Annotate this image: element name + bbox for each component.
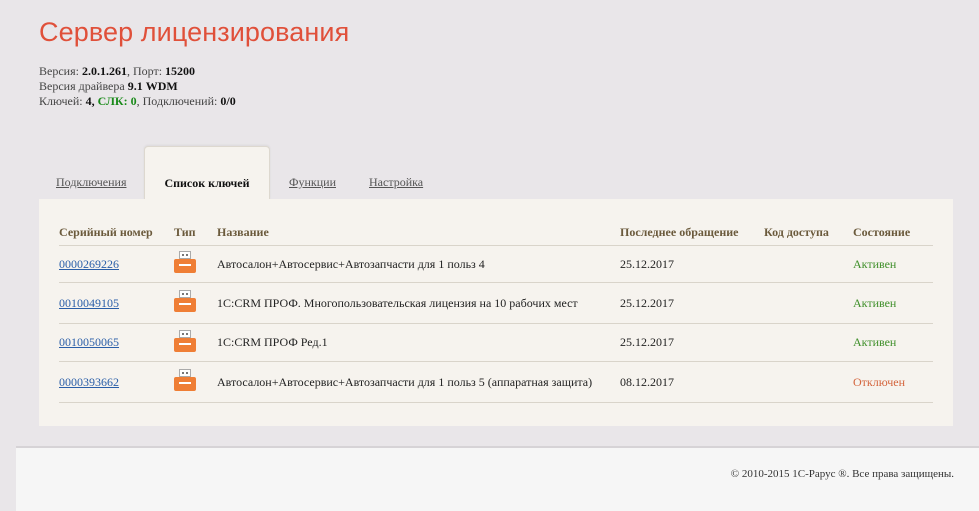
col-access-code[interactable]: Код доступа xyxy=(764,223,853,246)
table-row: 0000393662 Автосалон+Автосервис+Автозапч… xyxy=(59,361,933,403)
tab-settings[interactable]: Настройка xyxy=(369,175,423,190)
serial-link[interactable]: 0000269226 xyxy=(59,257,119,271)
keys-table: Серийный номер Тип Название Последнее об… xyxy=(59,223,933,403)
driver-value: 9.1 WDM xyxy=(127,79,178,93)
key-name: Автосалон+Автосервис+Автозапчасти для 1 … xyxy=(217,245,620,283)
col-status[interactable]: Состояние xyxy=(853,223,933,246)
serial-link[interactable]: 0000393662 xyxy=(59,375,119,389)
tab-bar: Подключения Список ключей Функции Настро… xyxy=(39,146,939,200)
access-code xyxy=(764,323,853,362)
copyright: © 2010-2015 1С-Рарус ®. Все права защище… xyxy=(730,468,954,480)
status-badge: Отключен xyxy=(853,361,933,403)
col-type[interactable]: Тип xyxy=(174,223,217,246)
key-name: 1С:CRM ПРОФ. Многопользовательская лицен… xyxy=(217,282,620,324)
tab-functions[interactable]: Функции xyxy=(289,175,336,190)
usb-key-icon xyxy=(174,290,196,312)
server-info: Версия: 2.0.1.261, Порт: 15200 Версия др… xyxy=(39,64,236,109)
table-row: 0010050065 1С:CRM ПРОФ Ред.1 25.12.2017 … xyxy=(59,323,933,362)
connections-value: 0/0 xyxy=(220,94,236,108)
port-value: 15200 xyxy=(165,64,196,78)
table-row: 0000269226 Автосалон+Автосервис+Автозапч… xyxy=(59,245,933,283)
last-access: 08.12.2017 xyxy=(620,361,764,403)
usb-key-icon xyxy=(174,369,196,391)
status-badge: Активен xyxy=(853,245,933,283)
driver-line: Версия драйвера 9.1 WDM xyxy=(39,79,178,93)
col-name[interactable]: Название xyxy=(217,223,620,246)
last-access: 25.12.2017 xyxy=(620,245,764,283)
status-badge: Активен xyxy=(853,323,933,362)
slk-label: СЛК: xyxy=(97,94,128,108)
last-access: 25.12.2017 xyxy=(620,282,764,324)
table-row: 0010049105 1С:CRM ПРОФ. Многопользовател… xyxy=(59,282,933,324)
tab-key-list[interactable]: Список ключей xyxy=(144,146,270,200)
tab-connections[interactable]: Подключения xyxy=(56,175,126,190)
serial-link[interactable]: 0010049105 xyxy=(59,296,119,310)
footer: © 2010-2015 1С-Рарус ®. Все права защище… xyxy=(16,446,979,511)
slk-value: 0 xyxy=(130,94,137,108)
serial-link[interactable]: 0010050065 xyxy=(59,335,119,349)
usb-key-icon xyxy=(174,329,196,352)
page: Сервер лицензирования Версия: 2.0.1.261,… xyxy=(0,0,979,511)
key-name: Автосалон+Автосервис+Автозапчасти для 1 … xyxy=(217,361,620,403)
key-name: 1С:CRM ПРОФ Ред.1 xyxy=(217,323,620,362)
access-code xyxy=(764,282,853,324)
table-header-row: Серийный номер Тип Название Последнее об… xyxy=(59,223,933,246)
usb-key-icon xyxy=(174,251,196,273)
col-serial[interactable]: Серийный номер xyxy=(59,223,174,246)
status-badge: Активен xyxy=(853,282,933,324)
access-code xyxy=(764,245,853,283)
page-title: Сервер лицензирования xyxy=(39,17,350,47)
last-access: 25.12.2017 xyxy=(620,323,764,362)
key-list-panel: Серийный номер Тип Название Последнее об… xyxy=(39,199,953,426)
col-last-access[interactable]: Последнее обращение xyxy=(620,223,764,246)
keys-line: Ключей: 4, СЛК: 0, Подключений: 0/0 xyxy=(39,94,236,108)
access-code xyxy=(764,361,853,403)
version-line: Версия: 2.0.1.261, Порт: 15200 xyxy=(39,64,196,78)
version-value: 2.0.1.261 xyxy=(81,64,127,78)
